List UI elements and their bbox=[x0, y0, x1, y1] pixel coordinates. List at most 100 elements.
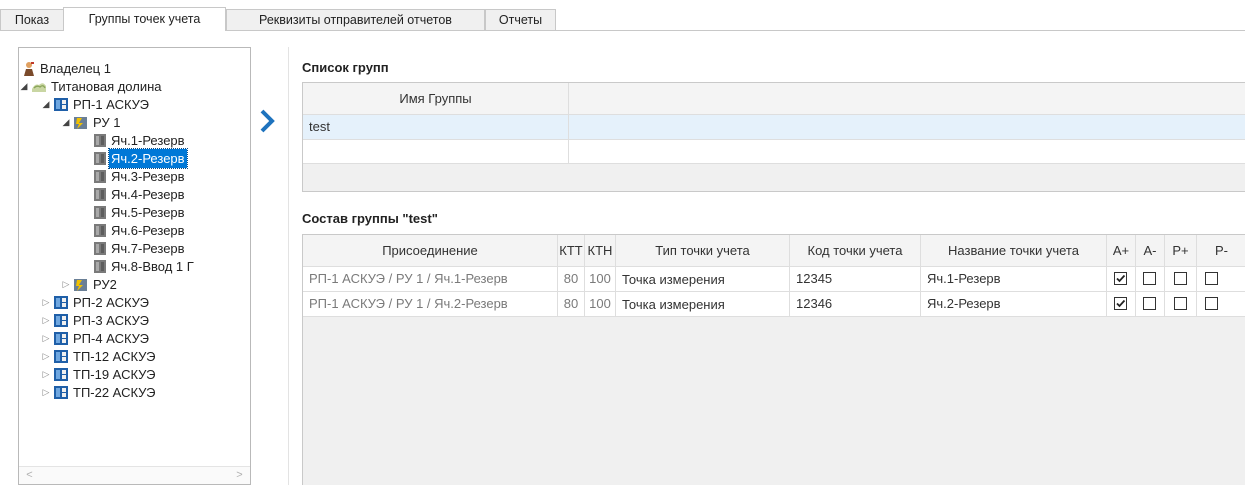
a-plus-checkbox[interactable] bbox=[1114, 272, 1127, 285]
tree-node-cell-5[interactable]: Яч.5-Резерв bbox=[19, 203, 249, 222]
code-cell[interactable]: 12346 bbox=[790, 292, 921, 317]
tree-node-cell-8[interactable]: Яч.8-Ввод 1 Г bbox=[19, 257, 249, 276]
a-minus-checkbox[interactable] bbox=[1143, 297, 1156, 310]
column-header-a-plus[interactable]: А+ bbox=[1107, 235, 1136, 267]
r-plus-checkbox[interactable] bbox=[1174, 297, 1187, 310]
tree-node-site[interactable]: ◢ Титановая долина bbox=[19, 77, 249, 96]
tree-node-cell-7[interactable]: Яч.7-Резерв bbox=[19, 239, 249, 258]
connection-cell[interactable]: РП-1 АСКУЭ / РУ 1 / Яч.2-Резерв bbox=[303, 292, 558, 317]
ktt-cell[interactable]: 80 bbox=[558, 292, 585, 317]
expand-triangle-icon[interactable]: ▷ bbox=[41, 293, 51, 312]
column-header-r-plus[interactable]: Р+ bbox=[1165, 235, 1197, 267]
column-header-ktn[interactable]: КТН bbox=[585, 235, 616, 267]
expand-triangle-icon[interactable]: ▷ bbox=[41, 311, 51, 330]
tree-label-rp2: РП-2 АСКУЭ bbox=[73, 295, 149, 310]
chevron-right-icon[interactable] bbox=[258, 108, 278, 134]
ktn-cell[interactable]: 100 bbox=[585, 267, 616, 292]
tree-node-cell-3[interactable]: Яч.3-Резерв bbox=[19, 167, 249, 186]
tree-node-cell-4[interactable]: Яч.4-Резерв bbox=[19, 185, 249, 204]
tree-label-ru2: РУ2 bbox=[93, 277, 117, 292]
r-minus-cell bbox=[1197, 292, 1245, 317]
a-plus-cell bbox=[1107, 292, 1136, 317]
tree-label-owner: Владелец 1 bbox=[40, 61, 111, 76]
collapse-triangle-icon[interactable]: ◢ bbox=[61, 113, 71, 132]
table-row-new[interactable] bbox=[303, 140, 1245, 164]
tree-node-rp3[interactable]: ▷ РП-3 АСКУЭ bbox=[19, 311, 249, 330]
r-minus-cell bbox=[1197, 267, 1245, 292]
column-header-a-minus[interactable]: А- bbox=[1136, 235, 1165, 267]
switchgear-icon bbox=[73, 115, 89, 130]
tree-node-rp1[interactable]: ◢ РП-1 АСКУЭ bbox=[19, 95, 249, 114]
table-row[interactable]: test bbox=[303, 115, 1245, 140]
r-minus-checkbox[interactable] bbox=[1205, 272, 1218, 285]
tree-node-cell-6[interactable]: Яч.6-Резерв bbox=[19, 221, 249, 240]
a-plus-checkbox[interactable] bbox=[1114, 297, 1127, 310]
composition-grid[interactable]: Присоединение КТТ КТН Тип точки учета Ко… bbox=[302, 234, 1245, 485]
tree-node-ru1[interactable]: ◢ РУ 1 bbox=[19, 113, 249, 132]
r-minus-checkbox[interactable] bbox=[1205, 297, 1218, 310]
cell-icon bbox=[93, 205, 109, 220]
tree-label-cell-8: Яч.8-Ввод 1 Г bbox=[111, 259, 194, 274]
column-header-ktt[interactable]: КТТ bbox=[558, 235, 585, 267]
object-tree[interactable]: Владелец 1 ◢ Титановая долина ◢ РП-1 АСК… bbox=[18, 47, 251, 485]
column-header-group-name[interactable]: Имя Группы bbox=[303, 83, 569, 115]
tree-node-ru2[interactable]: ▷ РУ2 bbox=[19, 275, 249, 294]
substation-icon bbox=[53, 349, 69, 364]
tree-label-cell-3: Яч.3-Резерв bbox=[111, 169, 185, 184]
tree-node-tp12[interactable]: ▷ ТП-12 АСКУЭ bbox=[19, 347, 249, 366]
column-header-connection[interactable]: Присоединение bbox=[303, 235, 558, 267]
expand-triangle-icon[interactable]: ▷ bbox=[41, 383, 51, 402]
expand-triangle-icon[interactable]: ▷ bbox=[61, 275, 71, 294]
cell-icon bbox=[93, 133, 109, 148]
tree-node-tp22[interactable]: ▷ ТП-22 АСКУЭ bbox=[19, 383, 249, 402]
column-header-r-minus[interactable]: Р- bbox=[1197, 235, 1245, 267]
expand-triangle-icon[interactable]: ▷ bbox=[41, 347, 51, 366]
tab-report-senders[interactable]: Реквизиты отправителей отчетов bbox=[226, 9, 485, 30]
groups-grid[interactable]: Имя Группы test bbox=[302, 82, 1245, 192]
ktt-cell[interactable]: 80 bbox=[558, 267, 585, 292]
group-new-cell[interactable] bbox=[303, 140, 569, 164]
collapse-triangle-icon[interactable]: ◢ bbox=[19, 77, 29, 96]
name-cell[interactable]: Яч.2-Резерв bbox=[921, 292, 1107, 317]
ktn-cell[interactable]: 100 bbox=[585, 292, 616, 317]
tree-node-rp2[interactable]: ▷ РП-2 АСКУЭ bbox=[19, 293, 249, 312]
tree-node-owner[interactable]: Владелец 1 bbox=[19, 59, 249, 78]
a-minus-cell bbox=[1136, 267, 1165, 292]
tree-node-tp19[interactable]: ▷ ТП-19 АСКУЭ bbox=[19, 365, 249, 384]
substation-icon bbox=[53, 367, 69, 382]
expand-triangle-icon[interactable]: ▷ bbox=[41, 365, 51, 384]
column-header-type[interactable]: Тип точки учета bbox=[616, 235, 790, 267]
connection-cell[interactable]: РП-1 АСКУЭ / РУ 1 / Яч.1-Резерв bbox=[303, 267, 558, 292]
tree-node-rp4[interactable]: ▷ РП-4 АСКУЭ bbox=[19, 329, 249, 348]
tree-label-cell-7: Яч.7-Резерв bbox=[111, 241, 185, 256]
tab-reports[interactable]: Отчеты bbox=[485, 9, 556, 30]
table-row[interactable]: РП-1 АСКУЭ / РУ 1 / Яч.2-Резерв 80 100 Т… bbox=[303, 292, 1245, 317]
tree-node-cell-2[interactable]: Яч.2-Резерв bbox=[19, 148, 249, 169]
collapse-triangle-icon[interactable]: ◢ bbox=[41, 95, 51, 114]
group-filler-cell bbox=[569, 115, 1245, 140]
group-composition-title: Состав группы "test" bbox=[302, 211, 438, 226]
type-cell[interactable]: Точка измерения bbox=[616, 292, 790, 317]
name-cell[interactable]: Яч.1-Резерв bbox=[921, 267, 1107, 292]
tree-node-cell-1[interactable]: Яч.1-Резерв bbox=[19, 131, 249, 150]
expand-triangle-icon[interactable]: ▷ bbox=[41, 329, 51, 348]
check-icon bbox=[1116, 299, 1126, 308]
r-plus-cell bbox=[1165, 292, 1197, 317]
tree-horizontal-scrollbar[interactable]: < > bbox=[19, 466, 250, 484]
a-minus-checkbox[interactable] bbox=[1143, 272, 1156, 285]
column-header-name[interactable]: Название точки учета bbox=[921, 235, 1107, 267]
scroll-right-icon[interactable]: > bbox=[231, 467, 248, 484]
tree-label-rp4: РП-4 АСКУЭ bbox=[73, 331, 149, 346]
tree-label-tp19: ТП-19 АСКУЭ bbox=[73, 367, 156, 382]
type-cell[interactable]: Точка измерения bbox=[616, 267, 790, 292]
tab-meter-groups[interactable]: Группы точек учета bbox=[63, 7, 226, 31]
r-plus-checkbox[interactable] bbox=[1174, 272, 1187, 285]
table-row[interactable]: РП-1 АСКУЭ / РУ 1 / Яч.1-Резерв 80 100 Т… bbox=[303, 267, 1245, 292]
code-cell[interactable]: 12345 bbox=[790, 267, 921, 292]
tree-label-tp12: ТП-12 АСКУЭ bbox=[73, 349, 156, 364]
composition-grid-header: Присоединение КТТ КТН Тип точки учета Ко… bbox=[303, 235, 1245, 267]
tab-show[interactable]: Показ bbox=[0, 9, 64, 30]
scroll-left-icon[interactable]: < bbox=[21, 467, 38, 484]
group-name-cell[interactable]: test bbox=[303, 115, 569, 140]
column-header-code[interactable]: Код точки учета bbox=[790, 235, 921, 267]
